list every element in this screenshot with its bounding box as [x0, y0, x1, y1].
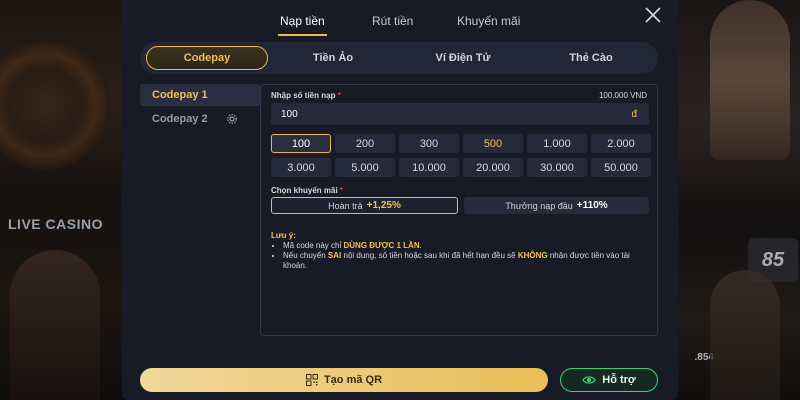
close-icon[interactable] — [642, 4, 664, 26]
qr-code-icon — [305, 374, 318, 386]
amount-option-2000[interactable]: 2.000 — [591, 134, 651, 153]
promo-option-cashback[interactable]: Hoàn trả +1,25% — [271, 197, 458, 214]
method-codepay[interactable]: Codepay — [146, 46, 268, 70]
promo-label-text: Chọn khuyến mãi — [271, 186, 338, 195]
deposit-modal: Nạp tiền Rút tiền Khuyến mãi Codepay Tiề… — [122, 0, 678, 400]
tab-withdraw[interactable]: Rút tiền — [372, 14, 413, 28]
sidebar-item-codepay-1[interactable]: Codepay 1 — [140, 84, 260, 106]
amount-option-20000[interactable]: 20.000 — [463, 158, 523, 177]
required-mark: * — [339, 186, 344, 195]
currency-symbol: đ — [631, 109, 637, 120]
deposit-note: Lưu ý: Mã code này chỉ DÙNG ĐƯỢC 1 LẦN. … — [271, 231, 651, 271]
create-qr-button[interactable]: Tạo mã QR — [140, 368, 548, 392]
live-casino-label: LIVE CASINO — [8, 216, 103, 232]
promo-first-deposit-value: +110% — [576, 200, 608, 211]
background-left: LIVE CASINO — [0, 0, 122, 400]
codepay-sidebar: Codepay 1 Codepay 2 — [140, 84, 260, 234]
amount-label: Nhập số tiền nạp * — [271, 91, 341, 100]
promo-first-deposit-label: Thưởng nạp đầu — [505, 200, 573, 211]
deposit-form-panel: Nhập số tiền nạp * 100.000 VND đ 100 200… — [260, 84, 658, 336]
payment-method-bar: Codepay Tiền Ảo Ví Điện Tử Thẻ Cào — [140, 42, 658, 74]
amount-option-10000[interactable]: 10.000 — [399, 158, 459, 177]
note-line-2: Nếu chuyển SAI nội dung, số tiền hoặc sa… — [283, 251, 651, 271]
sidebar-item-label: Codepay 1 — [152, 89, 208, 101]
amount-option-500[interactable]: 500 — [463, 134, 523, 153]
eye-icon — [582, 376, 596, 384]
dealer-image — [10, 250, 100, 400]
amount-input[interactable] — [271, 103, 649, 125]
method-crypto[interactable]: Tiền Ảo — [272, 46, 394, 70]
amount-option-3000[interactable]: 3.000 — [271, 158, 331, 177]
create-qr-label: Tạo mã QR — [323, 374, 383, 386]
amount-option-30000[interactable]: 30.000 — [527, 158, 587, 177]
support-button[interactable]: Hỗ trợ — [560, 368, 658, 392]
amount-option-5000[interactable]: 5.000 — [335, 158, 395, 177]
settings-gear-icon — [226, 113, 238, 125]
max-amount: 100.000 VND — [598, 91, 647, 100]
tab-deposit[interactable]: Nạp tiền — [278, 14, 327, 36]
promo-option-first-deposit[interactable]: Thưởng nạp đầu +110% — [464, 197, 649, 214]
sidebar-item-label: Codepay 2 — [152, 113, 208, 125]
amount-option-50000[interactable]: 50.000 — [591, 158, 651, 177]
support-label: Hỗ trợ — [602, 374, 636, 386]
amount-option-200[interactable]: 200 — [335, 134, 395, 153]
model-image — [710, 0, 790, 160]
amount-option-100[interactable]: 100 — [271, 134, 331, 153]
roulette-image — [0, 40, 110, 170]
dealer-image-right — [710, 270, 780, 400]
method-ewallet[interactable]: Ví Điện Tử — [402, 46, 524, 70]
method-card[interactable]: Thẻ Cào — [530, 46, 652, 70]
amount-label-text: Nhập số tiền nạp — [271, 91, 336, 100]
promo-cashback-label: Hoàn trả — [328, 200, 363, 211]
note-title: Lưu ý: — [271, 231, 296, 240]
background-right: 85 .854 — [676, 0, 800, 400]
promo-cashback-value: +1,25% — [366, 200, 401, 211]
tab-promotions[interactable]: Khuyến mãi — [457, 14, 520, 28]
amount-option-1000[interactable]: 1.000 — [527, 134, 587, 153]
amount-option-300[interactable]: 300 — [399, 134, 459, 153]
required-mark: * — [337, 91, 341, 100]
promo-label: Chọn khuyến mãi * — [271, 186, 343, 195]
sidebar-item-codepay-2[interactable]: Codepay 2 — [140, 108, 260, 130]
top-tabs: Nạp tiền Rút tiền Khuyến mãi — [122, 0, 678, 40]
note-line-1: Mã code này chỉ DÙNG ĐƯỢC 1 LẦN. — [283, 241, 651, 251]
